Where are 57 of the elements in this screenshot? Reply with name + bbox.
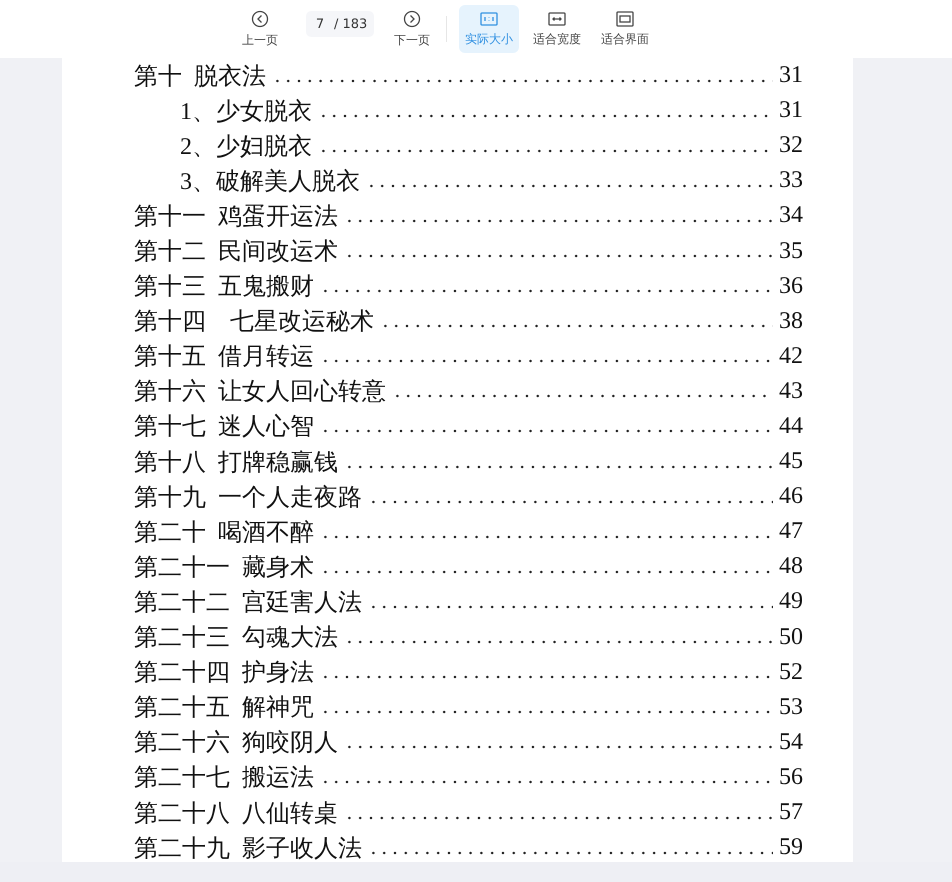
toc-page-number: 48: [779, 553, 803, 580]
toc-entry-title: 第二十一 藏身术: [134, 554, 314, 583]
next-page-button[interactable]: 下一页: [388, 5, 436, 53]
toc-page-number: 59: [779, 834, 803, 862]
previous-icon: [251, 10, 269, 28]
toc-entry-title: 第十一 鸡蛋开运法: [134, 202, 338, 232]
toc-page-number: 31: [779, 97, 803, 124]
toc-page-number: 52: [779, 658, 803, 686]
fit-width-icon: [548, 10, 566, 26]
toc-page-number: 38: [779, 308, 803, 335]
toc-entry-title: 第二十三 勾魂大法: [134, 624, 338, 654]
toc-entry-title: 第二十二 宫廷害人法: [134, 588, 362, 618]
toc-entry-title: 第二十五 解神咒: [134, 694, 314, 724]
fit-page-icon: [616, 10, 634, 26]
toc-page-number: 56: [779, 764, 803, 791]
toc-page-number: 36: [779, 272, 803, 300]
toc-page-number: 46: [779, 483, 803, 510]
toc-page-number: 49: [779, 588, 803, 616]
toc-page-number: 42: [779, 342, 803, 370]
toc-entry-title: 2、少妇脱衣: [180, 132, 312, 162]
toc-entry-title: 第十 脱衣法: [134, 62, 266, 92]
toc-page-number: 47: [779, 518, 803, 546]
toc-entry-title: 第十七 迷人心智: [134, 412, 314, 442]
toc-entry-title: 第十五 借月转运: [134, 343, 314, 372]
toc-page-number: 43: [779, 378, 803, 405]
toc-entry-title: 第二十 喝酒不醉: [134, 518, 314, 548]
toc-page-number: 57: [779, 799, 803, 826]
toc-page-number: 31: [779, 62, 803, 90]
toc-page-number: 33: [779, 167, 803, 194]
toc-entry-title: 第十三 五鬼搬财: [134, 273, 314, 302]
toc-entry-title: 第二十四 护身法: [134, 658, 314, 688]
toc-entry-title: 1、少女脱衣: [180, 98, 312, 127]
toc-entry-title: 第十八 打牌稳赢钱: [134, 448, 338, 478]
toc-entry-title: 第十九 一个人走夜路: [134, 484, 362, 513]
toc-page-number: 32: [779, 132, 803, 160]
toc-entry-title: 第十四 七星改运秘术: [134, 308, 374, 338]
toc-entry-title: 第二十七 搬运法: [134, 764, 314, 794]
zoom-mode-button[interactable]: 适合界面: [595, 5, 655, 53]
toc-page-number: 54: [779, 728, 803, 756]
toc-page-number: 44: [779, 412, 803, 440]
toc-entry-title: 第二十九 影子收人法: [134, 834, 362, 862]
actual-size-icon: [480, 10, 498, 26]
toc-page-number: 34: [779, 202, 803, 230]
page-total: / 183: [334, 16, 368, 32]
page-number-field[interactable]: 7: [306, 16, 334, 32]
zoom-mode-button[interactable]: 适合宽度: [527, 5, 587, 53]
toc-entry-title: 第二十八 八仙转桌: [134, 800, 338, 829]
toc-entry-title: 第十二 民间改运术: [134, 238, 338, 268]
toc-page-number: 50: [779, 624, 803, 651]
toc-entry-title: 第十六 让女人回心转意: [134, 378, 386, 408]
toc-entry-title: 3、破解美人脱衣: [180, 168, 360, 197]
toc-entry-title: 第二十六 狗咬阴人: [134, 728, 338, 758]
toc-page-number: 45: [779, 448, 803, 476]
toc-page-number: 53: [779, 694, 803, 721]
previous-page-button[interactable]: 上一页: [236, 5, 284, 53]
next-icon: [403, 10, 421, 28]
toc-page-number: 35: [779, 238, 803, 265]
